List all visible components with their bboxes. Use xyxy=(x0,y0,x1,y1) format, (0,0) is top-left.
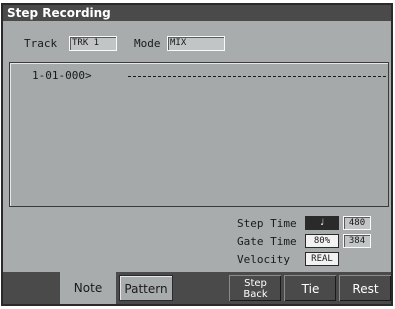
current-position: 1-01-000> xyxy=(32,69,92,82)
tab-note[interactable]: Note xyxy=(60,272,116,304)
step-time-value: 480 xyxy=(343,216,371,230)
velocity-value[interactable]: REAL xyxy=(305,252,339,266)
note-glyph: ♩ xyxy=(319,218,325,228)
step-back-label-line2: Back xyxy=(243,289,268,300)
page-title: Step Recording xyxy=(7,6,111,20)
event-list-pane[interactable]: 1-01-000> xyxy=(9,62,389,207)
mode-field[interactable]: MIX xyxy=(167,36,225,51)
rest-button[interactable]: Rest xyxy=(339,275,391,301)
tie-button[interactable]: Tie xyxy=(284,275,336,301)
gate-time-label: Gate Time xyxy=(237,235,297,248)
gate-time-percent[interactable]: 80% xyxy=(305,234,339,248)
function-bar: Note Pattern Step Back Tie Rest xyxy=(3,272,391,304)
track-label: Track xyxy=(24,37,58,50)
step-back-button[interactable]: Step Back xyxy=(229,275,281,301)
velocity-label: Velocity xyxy=(237,253,290,266)
gate-time-value: 384 xyxy=(343,234,371,248)
track-field[interactable]: TRK 1 xyxy=(69,36,117,51)
step-time-label: Step Time xyxy=(237,217,297,230)
empty-step-line xyxy=(128,76,386,77)
quarter-note-icon[interactable]: ♩ xyxy=(305,216,339,230)
title-bar: Step Recording xyxy=(3,5,391,21)
tab-pattern[interactable]: Pattern xyxy=(119,275,173,301)
step-back-label-line1: Step xyxy=(244,278,267,289)
step-recording-screen: Step Recording Track TRK 1 Mode MIX 1-01… xyxy=(1,3,393,306)
mode-label: Mode xyxy=(134,37,161,50)
